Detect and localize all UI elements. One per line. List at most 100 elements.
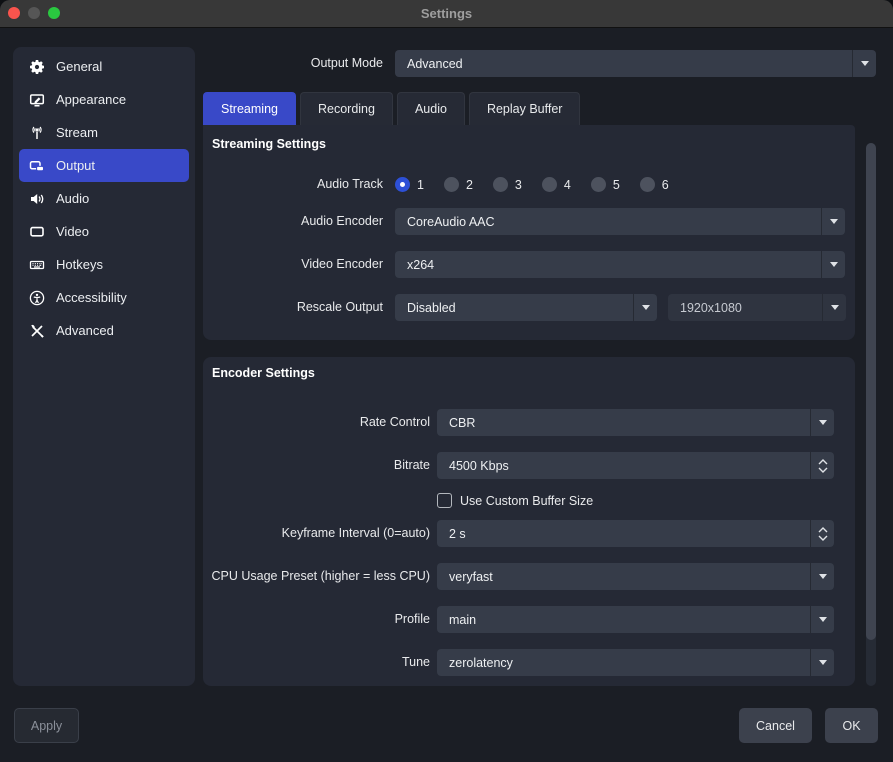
sidebar-item-label: Advanced	[56, 323, 114, 338]
antenna-icon	[29, 125, 45, 141]
dropdown-arrow-box	[810, 649, 834, 676]
tune-dropdown[interactable]: zerolatency	[437, 649, 834, 676]
custom-buffer-label: Use Custom Buffer Size	[460, 494, 593, 508]
tab-label: Replay Buffer	[487, 102, 563, 116]
dropdown-arrow-box	[810, 606, 834, 633]
tab-recording[interactable]: Recording	[300, 92, 393, 125]
ok-button[interactable]: OK	[825, 708, 878, 743]
close-button[interactable]	[8, 7, 20, 19]
sidebar-item-output[interactable]: Output	[19, 149, 189, 182]
dropdown-arrow-box	[822, 294, 846, 321]
appearance-icon	[29, 92, 45, 108]
zoom-button[interactable]	[48, 7, 60, 19]
radio-track-1[interactable]: 1	[395, 177, 424, 192]
sidebar-item-audio[interactable]: Audio	[19, 182, 189, 215]
apply-button[interactable]: Apply	[14, 708, 79, 743]
keyframe-interval-spinbox[interactable]: 2 s	[437, 520, 834, 547]
chevron-down-icon[interactable]	[818, 535, 828, 541]
output-mode-dropdown[interactable]: Advanced	[395, 50, 876, 77]
tab-label: Streaming	[221, 102, 278, 116]
rate-control-dropdown[interactable]: CBR	[437, 409, 834, 436]
section-title: Encoder Settings	[212, 366, 315, 380]
profile-label: Profile	[203, 606, 430, 633]
chevron-down-icon[interactable]	[818, 467, 828, 473]
bitrate-value: 4500 Kbps	[437, 459, 810, 473]
screen-share-icon	[29, 158, 45, 174]
tab-streaming[interactable]: Streaming	[203, 92, 296, 125]
sidebar-item-label: Stream	[56, 125, 98, 140]
sidebar-item-hotkeys[interactable]: Hotkeys	[19, 248, 189, 281]
accessibility-icon	[29, 290, 45, 306]
sidebar-item-label: Accessibility	[56, 290, 127, 305]
cpu-preset-label: CPU Usage Preset (higher = less CPU)	[203, 563, 430, 590]
radio-icon	[493, 177, 508, 192]
audio-encoder-label: Audio Encoder	[203, 208, 383, 235]
tab-label: Audio	[415, 102, 447, 116]
radio-label: 2	[466, 178, 473, 192]
chevron-up-icon[interactable]	[818, 459, 828, 465]
video-encoder-dropdown[interactable]: x264	[395, 251, 845, 278]
radio-icon	[444, 177, 459, 192]
custom-buffer-checkbox[interactable]	[437, 493, 452, 508]
spinner-buttons[interactable]	[810, 520, 834, 547]
sidebar-item-accessibility[interactable]: Accessibility	[19, 281, 189, 314]
encoder-settings-card: Encoder Settings Rate Control CBR Bitrat…	[203, 357, 855, 686]
cpu-preset-value: veryfast	[437, 570, 810, 584]
vertical-scrollbar-track[interactable]	[866, 143, 876, 686]
sidebar-item-label: Hotkeys	[56, 257, 103, 272]
spinner-buttons[interactable]	[810, 452, 834, 479]
gear-icon	[29, 59, 45, 75]
profile-dropdown[interactable]: main	[437, 606, 834, 633]
tab-replay-buffer[interactable]: Replay Buffer	[469, 92, 581, 125]
dropdown-arrow-box	[821, 251, 845, 278]
sidebar-item-advanced[interactable]: Advanced	[19, 314, 189, 347]
radio-label: 4	[564, 178, 571, 192]
radio-icon	[640, 177, 655, 192]
audio-encoder-dropdown[interactable]: CoreAudio AAC	[395, 208, 845, 235]
radio-track-6[interactable]: 6	[640, 177, 669, 192]
audio-track-radio-group: 1 2 3 4 5 6	[395, 177, 689, 192]
tab-audio[interactable]: Audio	[397, 92, 465, 125]
chevron-down-icon	[819, 660, 827, 665]
vertical-scrollbar-thumb[interactable]	[866, 143, 876, 640]
sidebar-item-stream[interactable]: Stream	[19, 116, 189, 149]
use-custom-buffer-row[interactable]: Use Custom Buffer Size	[437, 493, 593, 508]
cpu-preset-dropdown[interactable]: veryfast	[437, 563, 834, 590]
sidebar-item-label: Appearance	[56, 92, 126, 107]
rescale-output-dropdown[interactable]: Disabled	[395, 294, 657, 321]
chevron-down-icon	[831, 305, 839, 310]
radio-label: 6	[662, 178, 669, 192]
dropdown-arrow-box	[821, 208, 845, 235]
radio-label: 3	[515, 178, 522, 192]
radio-selected-icon	[395, 177, 410, 192]
tune-label: Tune	[203, 649, 430, 676]
output-tabs: Streaming Recording Audio Replay Buffer	[203, 92, 580, 125]
sidebar: General Appearance Stream Output Audio V…	[13, 47, 195, 686]
video-encoder-label: Video Encoder	[203, 251, 383, 278]
rescale-output-value: Disabled	[395, 301, 633, 315]
tune-value: zerolatency	[437, 656, 810, 670]
sidebar-item-appearance[interactable]: Appearance	[19, 83, 189, 116]
rescale-resolution-combo[interactable]: 1920x1080	[668, 294, 846, 321]
audio-encoder-value: CoreAudio AAC	[395, 215, 821, 229]
rescale-output-label: Rescale Output	[203, 294, 383, 321]
profile-value: main	[437, 613, 810, 627]
radio-track-4[interactable]: 4	[542, 177, 571, 192]
bitrate-spinbox[interactable]: 4500 Kbps	[437, 452, 834, 479]
streaming-settings-card: Streaming Settings Audio Track 1 2 3 4 5…	[203, 125, 855, 340]
bitrate-label: Bitrate	[203, 452, 430, 479]
sidebar-item-video[interactable]: Video	[19, 215, 189, 248]
chevron-up-icon[interactable]	[818, 527, 828, 533]
chevron-down-icon	[819, 420, 827, 425]
cancel-button[interactable]: Cancel	[739, 708, 812, 743]
sidebar-item-general[interactable]: General	[19, 50, 189, 83]
video-encoder-value: x264	[395, 258, 821, 272]
radio-track-2[interactable]: 2	[444, 177, 473, 192]
dropdown-arrow-box	[852, 50, 876, 77]
chevron-down-icon	[830, 262, 838, 267]
radio-track-5[interactable]: 5	[591, 177, 620, 192]
keyframe-interval-value: 2 s	[437, 527, 810, 541]
sidebar-item-label: Video	[56, 224, 89, 239]
rescale-resolution-value: 1920x1080	[668, 301, 822, 315]
radio-track-3[interactable]: 3	[493, 177, 522, 192]
